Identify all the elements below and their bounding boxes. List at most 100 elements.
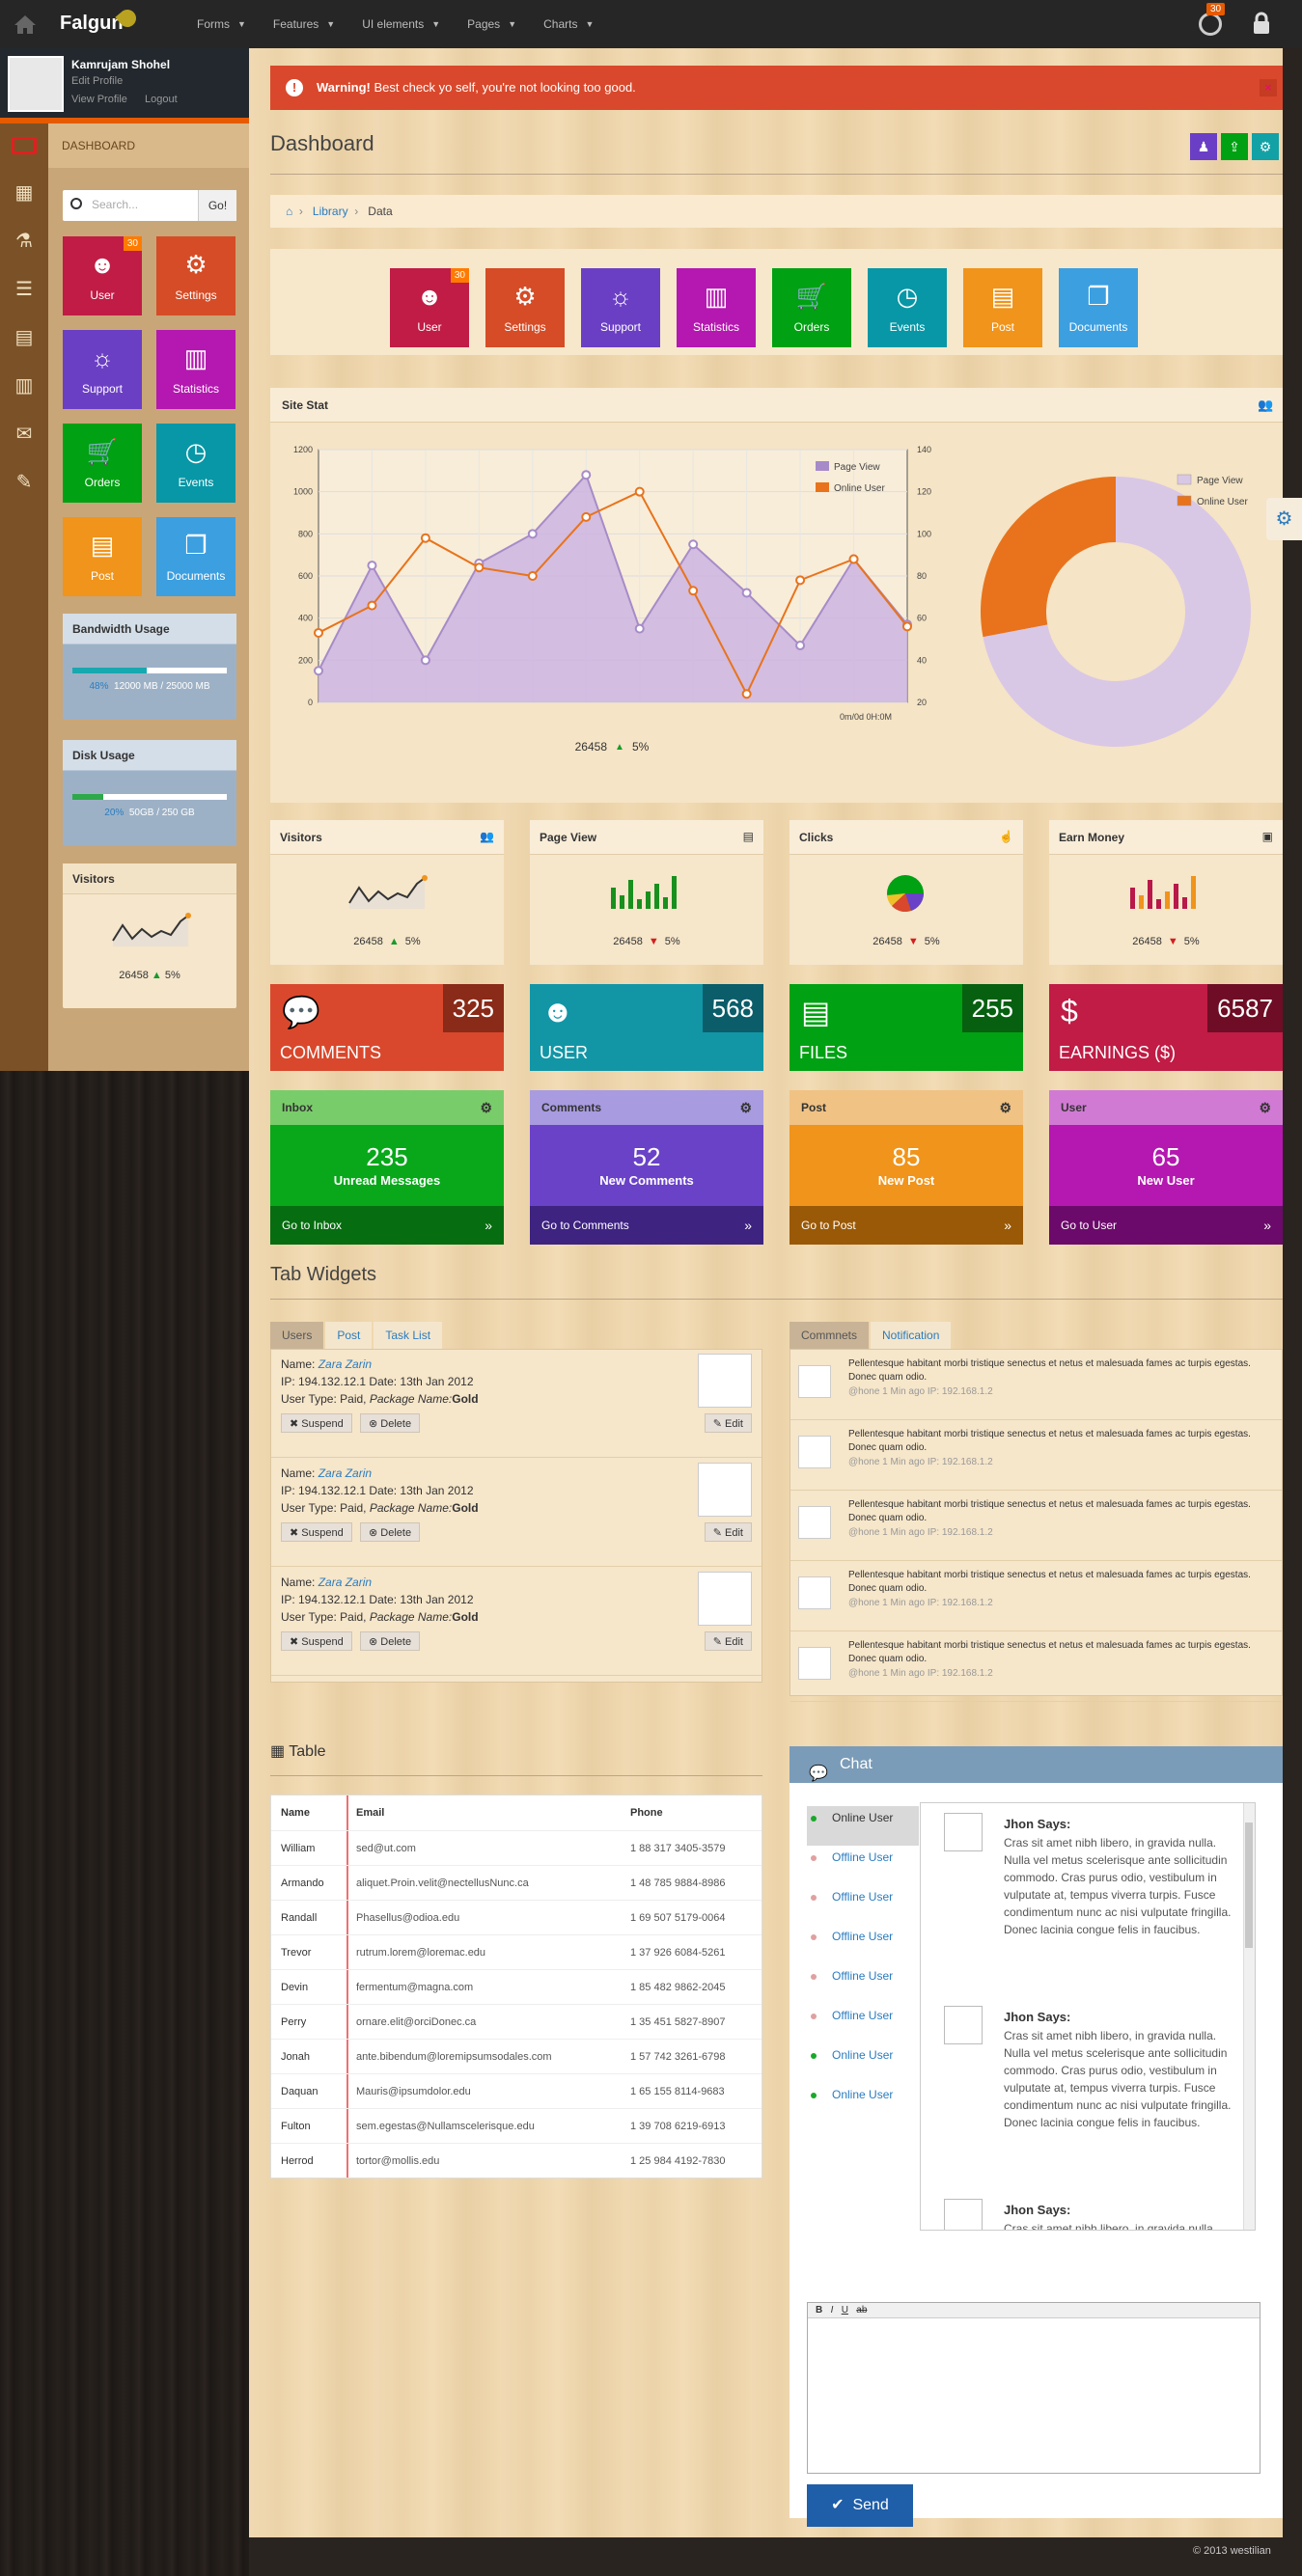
user-avatar[interactable] [698,1463,752,1517]
home-icon[interactable] [14,14,37,35]
quick-tile-post[interactable]: ▤ Post [963,268,1042,347]
pointer-icon[interactable]: ☝ [999,830,1013,843]
sidebar-tile-orders[interactable]: 🛒 Orders [63,424,142,503]
gear-icon[interactable]: ⚙ [480,1090,492,1125]
flask-icon[interactable]: ⚗ [14,232,35,251]
big-stat-user[interactable]: ☻ 568 USER [530,984,763,1071]
search-input[interactable]: Search... [92,198,138,211]
chat-avatar[interactable] [944,1813,983,1851]
avatar[interactable] [8,56,64,112]
tab-notification[interactable]: Notification [871,1322,952,1349]
sidebar-tile-support[interactable]: ☼ Support [63,330,142,409]
pencil-icon[interactable]: ✎ [14,473,35,492]
chart-icon[interactable]: ▥ [14,376,35,396]
table-icon[interactable]: ☰ [14,280,35,299]
upload-toolbar-button[interactable]: ⇪ [1221,133,1248,160]
tab-users[interactable]: Users [270,1322,324,1349]
close-icon[interactable]: × [1260,79,1277,96]
comment-avatar[interactable] [798,1436,831,1468]
chat-scrollbar[interactable] [1243,1803,1255,2230]
data-point[interactable] [741,588,752,598]
edit-button[interactable]: ✎ Edit [704,1631,752,1651]
quick-tile-support[interactable]: ☼ Support [581,268,660,347]
tab-task-list[interactable]: Task List [374,1322,443,1349]
breadcrumb-library[interactable]: Library [313,205,348,218]
quick-tile-statistics[interactable]: ▥ Statistics [677,268,756,347]
quick-tile-user[interactable]: ☻ User 30 [390,268,469,347]
quick-tile-settings[interactable]: ⚙ Settings [485,268,565,347]
edit-profile-link[interactable]: Edit Profile [71,75,123,87]
info-box-link[interactable]: Go to Post » [790,1206,1023,1245]
user-name-link[interactable]: Zara Zarin [319,1576,372,1589]
menu-item-charts[interactable]: Charts ▼ [530,0,607,48]
sidebar-tile-post[interactable]: ▤ Post [63,517,142,596]
user-toolbar-button[interactable]: ♟ [1190,133,1217,160]
tab-post[interactable]: Post [325,1322,373,1349]
big-stat-comments[interactable]: 💬 325 COMMENTS [270,984,504,1071]
logout-link[interactable]: Logout [145,94,178,105]
data-point[interactable] [367,561,377,571]
data-point[interactable] [634,486,645,497]
sidebar-tile-statistics[interactable]: ▥ Statistics [156,330,235,409]
data-point[interactable] [634,623,645,634]
sidebar-tile-settings[interactable]: ⚙ Settings [156,236,235,315]
pie-slice-online-user[interactable] [981,477,1116,638]
data-point[interactable] [314,666,323,676]
quick-tile-events[interactable]: ◷ Events [868,268,947,347]
suspend-button[interactable]: ✖ Suspend [281,1522,352,1542]
data-point[interactable] [314,627,323,638]
comment-avatar[interactable] [798,1506,831,1539]
delete-button[interactable]: ⊗ Delete [360,1631,421,1651]
menu-item-ui-elements[interactable]: UI elements ▼ [348,0,454,48]
data-point[interactable] [902,621,912,632]
gear-icon[interactable]: ⚙ [999,1090,1011,1125]
tab-commnets[interactable]: Commnets [790,1322,870,1349]
document-icon[interactable]: ▤ [743,830,754,843]
chat-avatar[interactable] [944,2199,983,2230]
share-toolbar-button[interactable]: ⚙ [1252,133,1279,160]
user-avatar[interactable] [698,1572,752,1626]
monitor-icon[interactable] [12,137,37,154]
bold-icon[interactable]: B [816,2305,822,2316]
data-point[interactable] [581,511,592,522]
chat-avatar[interactable] [944,2006,983,2044]
quick-tile-documents[interactable]: ❐ Documents [1059,268,1138,347]
lock-icon[interactable] [1251,12,1272,35]
sidebar-item-dashboard[interactable]: DASHBOARD [48,123,249,168]
data-point[interactable] [420,533,430,543]
sidebar-tile-user[interactable]: ☻ User 30 [63,236,142,315]
chat-user-offline[interactable]: Offline User [807,2004,919,2043]
user-name-link[interactable]: Zara Zarin [319,1466,372,1480]
sidebar-tile-events[interactable]: ◷ Events [156,424,235,503]
comment-avatar[interactable] [798,1576,831,1609]
data-point[interactable] [367,600,377,611]
chat-icon[interactable]: ✉ [14,425,35,444]
menu-item-features[interactable]: Features ▼ [260,0,348,48]
chat-user-online[interactable]: Online User [807,2043,919,2083]
chat-user-offline[interactable]: Offline User [807,1964,919,2004]
data-point[interactable] [527,529,538,539]
document-icon[interactable]: ▤ [14,328,35,347]
big-stat-files[interactable]: ▤ 255 FILES [790,984,1023,1071]
comment-avatar[interactable] [798,1365,831,1398]
search-go-button[interactable]: Go! [198,190,236,221]
data-point[interactable] [795,575,806,586]
gear-icon[interactable]: ⚙ [1259,1090,1271,1125]
info-box-link[interactable]: Go to User » [1049,1206,1283,1245]
info-box-link[interactable]: Go to Inbox » [270,1206,504,1245]
data-point[interactable] [420,655,430,666]
home-crumb-icon[interactable]: ⌂ [286,205,292,218]
send-button[interactable]: ✔ Send [807,2484,913,2527]
money-icon[interactable]: ▣ [1262,830,1273,843]
suspend-button[interactable]: ✖ Suspend [281,1413,352,1433]
big-stat-earnings[interactable]: $6587 EARNINGS ($) [1049,984,1283,1071]
user-name-link[interactable]: Zara Zarin [319,1357,372,1371]
quick-tile-orders[interactable]: 🛒 Orders [772,268,851,347]
users-icon[interactable]: 👥 [480,830,494,843]
user-avatar[interactable] [698,1354,752,1408]
chat-user-online[interactable]: Online User [807,1806,919,1846]
grid-icon[interactable]: ▦ [14,183,35,203]
data-point[interactable] [527,571,538,581]
gear-icon[interactable]: ⚙ [739,1090,752,1125]
chat-user-offline[interactable]: Offline User [807,1885,919,1925]
